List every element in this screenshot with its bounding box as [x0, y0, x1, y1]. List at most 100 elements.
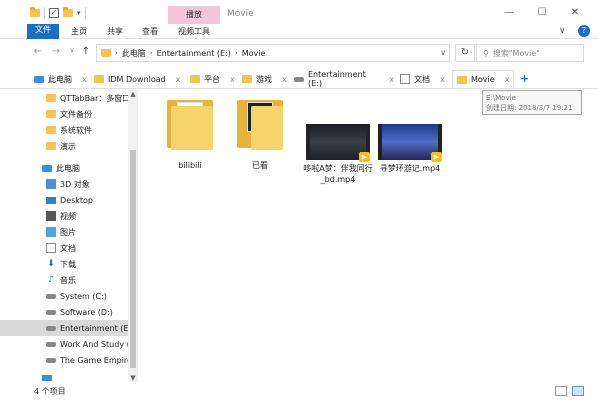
file-item-bilibili[interactable]: bilibili	[150, 100, 230, 171]
video-thumbnail: ▶	[306, 124, 370, 162]
breadcrumb-item[interactable]: 此电脑	[122, 48, 146, 59]
sidebar-item-game-empire[interactable]: The Game Empire	[0, 352, 128, 368]
scroll-down-icon[interactable]: ▼	[128, 374, 138, 382]
folder-tab-bar: 此电脑 x IDM Download x 平台 x 游戏 x Entertain…	[0, 70, 598, 88]
tab-this-pc[interactable]: 此电脑 x	[30, 70, 88, 88]
sidebar-item-system-c[interactable]: System (C:)	[0, 288, 128, 304]
drive-icon	[46, 341, 56, 347]
address-bar[interactable]: › 此电脑 › Entertainment (E:) › Movie ∨	[96, 44, 450, 62]
new-tab-button[interactable]: +	[520, 72, 529, 85]
close-tab-icon[interactable]: x	[505, 75, 510, 84]
up-button[interactable]: ↑	[80, 46, 92, 57]
folder-icon	[242, 75, 252, 83]
file-item-watched[interactable]: 已看	[220, 100, 300, 171]
media-player-icon: ▶	[359, 152, 370, 162]
sidebar-item-network-drive[interactable]	[0, 370, 128, 385]
tab-movie[interactable]: Movie x	[452, 70, 514, 88]
tooltip-created: 创建日期: 2018/3/7 19:21	[486, 104, 573, 112]
tab-video-tools[interactable]: 视频工具	[172, 24, 216, 39]
sidebar-item-pictures[interactable]: 图片	[0, 224, 128, 240]
forward-button[interactable]: →	[50, 46, 62, 57]
sidebar-item-demo[interactable]: 演示	[0, 138, 128, 154]
ribbon-tabs: 文件 主页 共享 查看 视频工具 ∨ ?	[0, 24, 598, 39]
sidebar-item-entertainment-e[interactable]: Entertainment (E:)	[0, 320, 128, 336]
sidebar-item-system-software[interactable]: 系统软件	[0, 122, 128, 138]
close-tab-icon[interactable]: x	[282, 75, 287, 84]
sidebar-item-label: Entertainment (E:)	[60, 323, 128, 333]
ribbon-expand-icon[interactable]: ∨	[559, 26, 566, 36]
chevron-right-icon[interactable]: ›	[115, 49, 118, 57]
new-folder-icon[interactable]	[63, 7, 73, 17]
sidebar-item-file-backup[interactable]: 文件备份	[0, 106, 128, 122]
breadcrumb-item[interactable]: Movie	[242, 49, 266, 58]
sidebar-item-software-d[interactable]: Software (D:)	[0, 304, 128, 320]
tab-idm-download[interactable]: IDM Download x	[90, 70, 182, 88]
close-button[interactable]: ✕	[565, 6, 585, 20]
tooltip-path: E:\Movie	[486, 94, 516, 102]
tab-share[interactable]: 共享	[102, 24, 128, 39]
address-dropdown-icon[interactable]: ∨	[440, 48, 446, 57]
file-item-coco[interactable]: ▶ 寻梦环游记.mp4	[370, 124, 450, 174]
tab-entertainment[interactable]: Entertainment (E:) x	[290, 70, 394, 88]
contextual-tab-group: 播放	[168, 6, 220, 24]
scroll-thumb[interactable]	[130, 150, 136, 368]
sidebar-item-qttabbar[interactable]: QTTabBar：多窗口	[0, 90, 128, 106]
help-icon[interactable]: ?	[578, 25, 590, 37]
sidebar-item-music[interactable]: ♪ 音乐	[0, 272, 128, 288]
tab-games[interactable]: 游戏 x	[238, 70, 288, 88]
document-icon	[46, 243, 56, 253]
maximize-button[interactable]: ☐	[532, 6, 552, 20]
tab-file[interactable]: 文件	[27, 24, 59, 39]
folder-icon[interactable]	[30, 7, 40, 17]
properties-icon[interactable]: ✓	[49, 8, 59, 18]
close-tab-icon[interactable]: x	[230, 75, 235, 84]
refresh-button[interactable]: ↻	[455, 44, 475, 62]
video-icon	[46, 211, 56, 221]
sidebar-item-3d-objects[interactable]: 3D 对象	[0, 176, 128, 192]
close-tab-icon[interactable]: x	[176, 75, 181, 84]
item-count: 4 个项目	[34, 387, 66, 396]
navigation-bar: ← → ∨ ↑ › 此电脑 › Entertainment (E:) › Mov…	[0, 42, 598, 64]
details-view-icon[interactable]	[555, 386, 567, 396]
sidebar-item-videos[interactable]: 视频	[0, 208, 128, 224]
folder-icon	[237, 100, 283, 150]
file-list: bilibili 已看 ▶ 哆啦A梦：伴我同行_bd.mp4 ▶ 寻梦环游记.m…	[140, 90, 598, 385]
chevron-right-icon[interactable]: ›	[235, 49, 238, 57]
large-icons-view-icon[interactable]	[572, 386, 584, 396]
document-icon	[400, 74, 410, 84]
recent-locations-icon[interactable]: ∨	[66, 46, 78, 54]
divider	[44, 7, 45, 19]
close-tab-icon[interactable]: x	[389, 75, 394, 84]
file-name: 已看	[252, 161, 268, 170]
search-input[interactable]: ⚲ 搜索"Movie"	[476, 44, 584, 62]
tab-platform[interactable]: 平台 x	[186, 70, 236, 88]
sidebar-item-label: 下载	[60, 259, 76, 269]
sidebar-item-label: System (C:)	[60, 291, 107, 301]
music-icon: ♪	[48, 275, 54, 285]
file-item-doraemon[interactable]: ▶ 哆啦A梦：伴我同行_bd.mp4	[298, 124, 378, 185]
pc-icon	[42, 164, 52, 172]
tab-label: 此电脑	[48, 74, 72, 84]
divider	[0, 88, 598, 89]
scroll-up-icon[interactable]: ▲	[128, 90, 138, 98]
sidebar-item-label: 视频	[60, 211, 76, 221]
chevron-right-icon[interactable]: ›	[150, 49, 153, 57]
sidebar-item-work-and-study[interactable]: Work And Study (	[0, 336, 128, 352]
sidebar-item-downloads[interactable]: ⬇ 下载	[0, 256, 128, 272]
close-tab-icon[interactable]: x	[82, 75, 87, 84]
tab-view[interactable]: 查看	[137, 24, 163, 39]
sidebar-item-desktop[interactable]: Desktop	[0, 192, 128, 208]
sidebar-item-this-pc[interactable]: 此电脑	[0, 160, 128, 176]
tab-documents[interactable]: 文档 x	[396, 70, 450, 88]
customize-dropdown-icon[interactable]: ▾	[77, 9, 81, 17]
sidebar-item-label: Software (D:)	[60, 307, 113, 317]
sidebar-item-documents[interactable]: 文档	[0, 240, 128, 256]
close-tab-icon[interactable]: x	[440, 75, 445, 84]
breadcrumb-item[interactable]: Entertainment (E:)	[157, 49, 231, 58]
search-icon: ⚲	[483, 48, 489, 58]
sidebar-item-label: 音乐	[60, 275, 76, 285]
sidebar-scrollbar[interactable]: ▲ ▼	[128, 90, 138, 382]
back-button[interactable]: ←	[32, 46, 44, 57]
tab-home[interactable]: 主页	[66, 24, 92, 39]
minimize-button[interactable]: —	[499, 6, 519, 20]
